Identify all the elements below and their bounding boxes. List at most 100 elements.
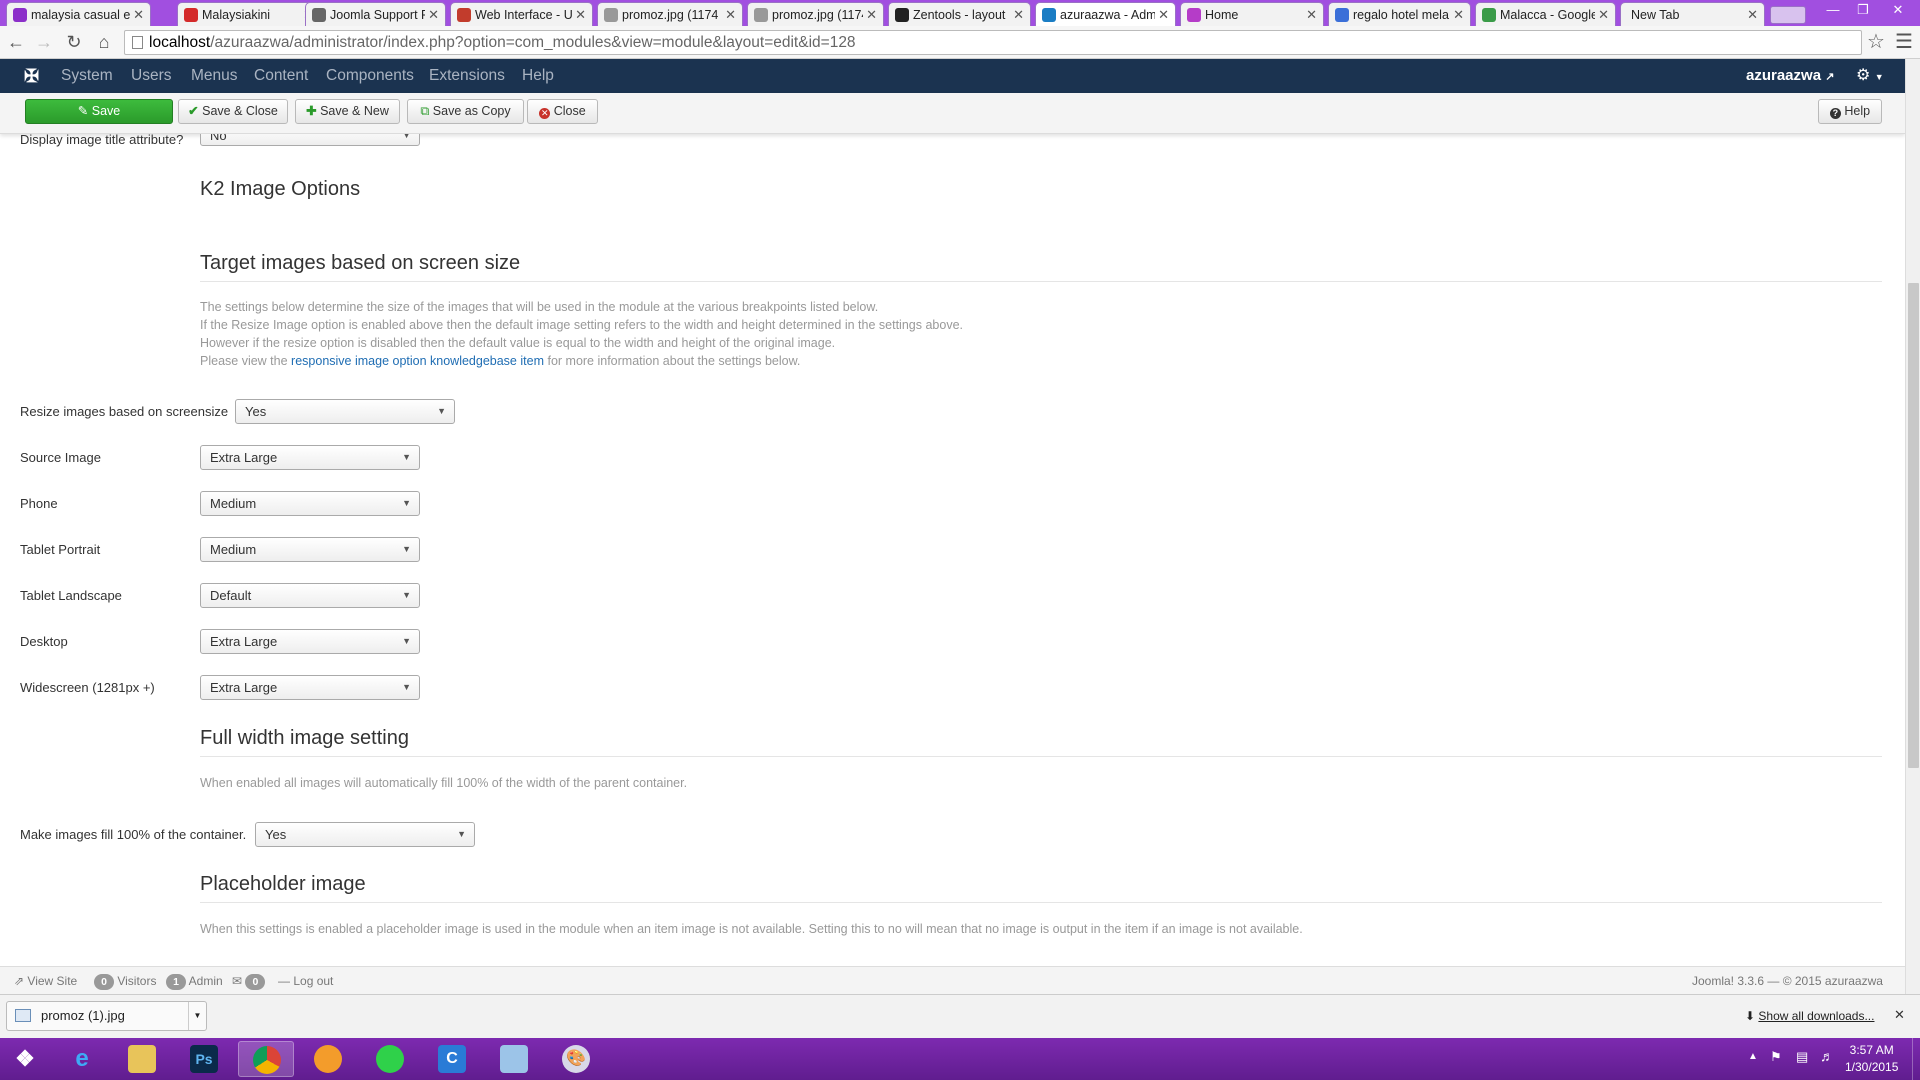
plus-icon: ✚ [306, 104, 317, 118]
menu-help[interactable]: Help [522, 59, 554, 93]
section-heading: Full width image setting [200, 727, 409, 749]
taskbar-paint[interactable]: 🎨 [548, 1041, 604, 1077]
browser-tab[interactable]: Zentools - layout ✕ [888, 2, 1031, 26]
browser-tab[interactable]: Web Interface - U ✕ [450, 2, 593, 26]
download-menu-arrow-icon[interactable]: ▼ [188, 1002, 206, 1030]
browser-tab[interactable]: regalo hotel mela ✕ [1328, 2, 1471, 26]
clock-date: 1/30/2015 [1845, 1060, 1899, 1074]
back-icon[interactable]: ← [4, 31, 28, 55]
save-new-button[interactable]: ✚ Save & New [295, 99, 400, 124]
section-heading: Placeholder image [200, 873, 366, 895]
window-close-button[interactable]: ✕ [1880, 0, 1916, 22]
menu-extensions[interactable]: Extensions [429, 59, 505, 93]
view-site-link[interactable]: ⇗ View Site [14, 967, 77, 995]
system-clock[interactable]: 3:57 AM 1/30/2015 [1845, 1042, 1898, 1076]
browser-tab[interactable]: azuraazwa - Adm ✕ [1035, 2, 1176, 26]
browser-tab[interactable]: malaysia casual e ✕ [6, 2, 151, 26]
start-button[interactable]: ❖ [4, 1041, 44, 1077]
browser-tab[interactable]: promoz.jpg (1174 ✕ [747, 2, 884, 26]
close-tab-icon[interactable]: ✕ [1453, 7, 1464, 23]
home-icon[interactable]: ⌂ [92, 31, 116, 55]
close-tab-icon[interactable]: ✕ [1598, 7, 1609, 23]
widescreen-select[interactable]: Extra Large ▼ [200, 675, 420, 700]
forward-icon[interactable]: → [32, 31, 56, 55]
taskbar-chrome[interactable] [238, 1041, 294, 1077]
save-copy-button[interactable]: ⧉ Save as Copy [407, 99, 524, 124]
browser-tab[interactable]: New Tab ✕ [1620, 2, 1765, 26]
tab-title: New Tab [1631, 8, 1680, 22]
close-tab-icon[interactable]: ✕ [1013, 7, 1024, 23]
volume-icon[interactable]: ♬ [1820, 1048, 1834, 1064]
instagram-icon [1187, 8, 1201, 22]
scrollbar-thumb[interactable] [1908, 283, 1919, 768]
close-button[interactable]: ✕ Close [527, 99, 598, 124]
show-all-downloads-link[interactable]: ⬇ Show all downloads... [1745, 1009, 1874, 1023]
new-tab-button[interactable] [1770, 6, 1806, 24]
close-tab-icon[interactable]: ✕ [1158, 7, 1169, 23]
desktop-select[interactable]: Extra Large ▼ [200, 629, 420, 654]
phone-select[interactable]: Medium ▼ [200, 491, 420, 516]
taskbar-app[interactable] [300, 1041, 356, 1077]
menu-menus[interactable]: Menus [191, 59, 238, 93]
logout-link[interactable]: — Log out [278, 967, 333, 995]
browser-tab[interactable]: promoz.jpg (1174 ✕ [597, 2, 743, 26]
fill-container-select[interactable]: Yes ▼ [255, 822, 475, 847]
taskbar-app[interactable] [486, 1041, 542, 1077]
close-tab-icon[interactable]: ✕ [133, 7, 144, 23]
share-icon: ⇗ [14, 974, 25, 988]
close-tab-icon[interactable]: ✕ [575, 7, 586, 23]
taskbar-photoshop[interactable]: Ps [176, 1041, 232, 1077]
tablet-landscape-select[interactable]: Default ▼ [200, 583, 420, 608]
taskbar-explorer[interactable] [114, 1041, 170, 1077]
menu-content[interactable]: Content [254, 59, 308, 93]
browser-tab[interactable]: Home ✕ [1180, 2, 1324, 26]
tab-title: promoz.jpg (1174 [772, 8, 863, 22]
taskbar-app[interactable] [362, 1041, 418, 1077]
network-icon[interactable]: ▤ [1796, 1049, 1808, 1065]
taskbar-ie[interactable]: e [54, 1041, 110, 1077]
reload-icon[interactable]: ↻ [62, 31, 86, 55]
messages-status[interactable]: ✉ 0 [232, 967, 266, 995]
show-desktop-button[interactable] [1912, 1038, 1920, 1080]
save-button[interactable]: ✎ Save [25, 99, 173, 124]
save-close-button[interactable]: ✔ Save & Close [178, 99, 288, 124]
browser-tab[interactable]: Malacca - Google ✕ [1475, 2, 1616, 26]
joomla-logo-icon[interactable]: ✠ [24, 59, 39, 93]
resize-screensize-select[interactable]: Yes ▼ [235, 399, 455, 424]
field-label: Display image title attribute? [20, 134, 184, 147]
menu-components[interactable]: Components [326, 59, 414, 93]
close-tab-icon[interactable]: ✕ [1747, 7, 1758, 23]
close-tab-icon[interactable]: ✕ [866, 7, 877, 23]
close-label: Close [553, 104, 586, 118]
taskbar-app[interactable]: C [424, 1041, 480, 1077]
select-value: Extra Large [210, 680, 278, 695]
download-item[interactable]: promoz (1).jpg ▼ [6, 1001, 207, 1031]
close-tab-icon[interactable]: ✕ [1306, 7, 1317, 23]
minimize-button[interactable]: — [1818, 0, 1848, 22]
url-input[interactable]: localhost/azuraazwa/administrator/index.… [124, 30, 1862, 55]
knowledgebase-link[interactable]: responsive image option knowledgebase it… [291, 354, 544, 368]
menu-users[interactable]: Users [131, 59, 171, 93]
dropdown-arrow-icon: ▼ [402, 134, 411, 140]
page-scrollbar[interactable] [1905, 59, 1920, 994]
settings-gear-icon[interactable]: ⚙ ▼ [1856, 59, 1884, 93]
menu-system[interactable]: System [61, 59, 113, 93]
browser-tab[interactable]: Malaysiakini✕ [177, 2, 321, 26]
close-tab-icon[interactable]: ✕ [725, 7, 736, 23]
desc-line: The settings below determine the size of… [200, 300, 879, 314]
source-image-select[interactable]: Extra Large ▼ [200, 445, 420, 470]
close-tab-icon[interactable]: ✕ [428, 7, 439, 23]
bookmark-star-icon[interactable]: ☆ [1864, 31, 1888, 55]
help-button[interactable]: ? Help [1818, 99, 1882, 124]
user-menu[interactable]: azuraazwa ↗ [1746, 59, 1834, 93]
maximize-button[interactable]: ❐ [1848, 0, 1878, 22]
show-hidden-icons[interactable]: ▲ [1748, 1051, 1758, 1062]
chrome-menu-icon[interactable]: ☰ [1892, 31, 1916, 55]
action-center-flag-icon[interactable]: ⚑ [1770, 1049, 1782, 1065]
download-icon: ⬇ [1745, 1009, 1756, 1023]
browser-tab[interactable]: Joomla Support F ✕ [305, 2, 446, 26]
chrome-icon [253, 1046, 281, 1074]
close-shelf-icon[interactable]: ✕ [1894, 1007, 1905, 1023]
tablet-portrait-select[interactable]: Medium ▼ [200, 537, 420, 562]
display-title-select[interactable]: No ▼ [200, 134, 420, 146]
